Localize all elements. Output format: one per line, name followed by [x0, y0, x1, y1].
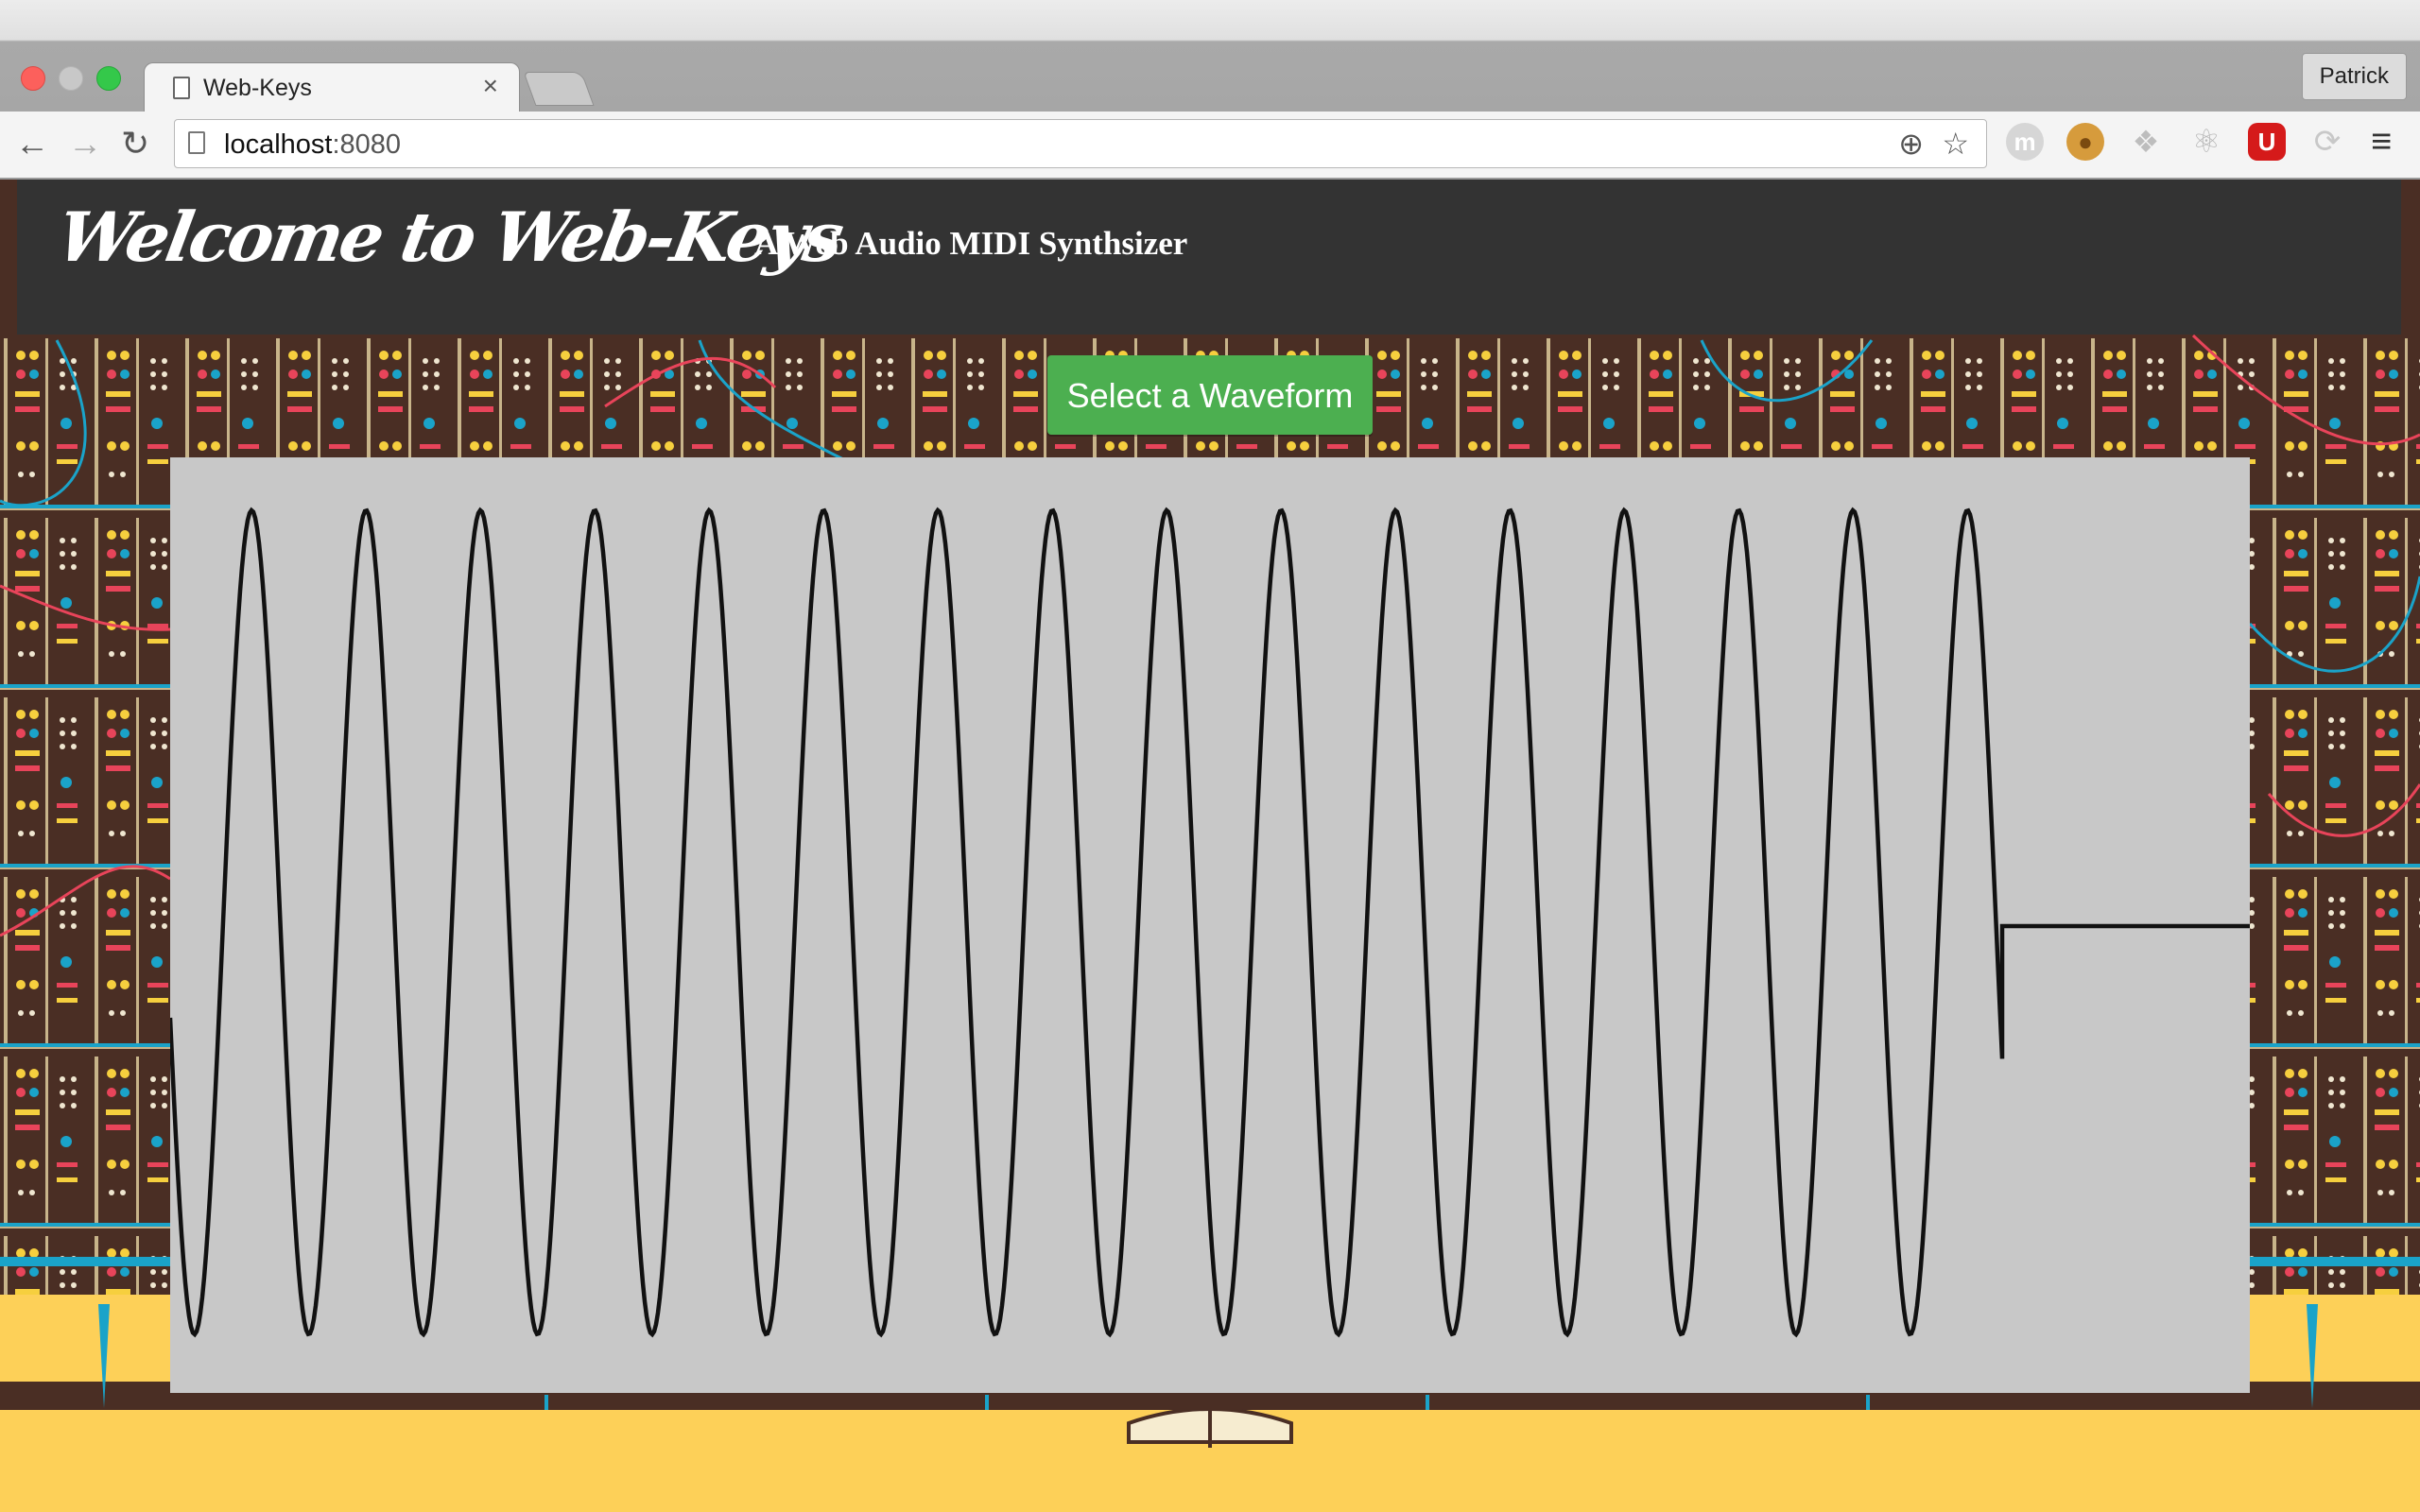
swirl-extension-icon[interactable]: ⟳ — [2308, 123, 2346, 161]
cookie-extension-icon[interactable]: ● — [2066, 123, 2104, 161]
new-tab-button[interactable] — [523, 72, 595, 106]
page-icon — [188, 131, 205, 154]
react-devtools-icon[interactable]: ⚛ — [2187, 123, 2225, 161]
site-header: Welcome to Web-Keys A Web Audio MIDI Syn… — [17, 180, 2401, 335]
sine-wave-path — [170, 507, 2250, 1338]
tab-title: Web-Keys — [203, 75, 312, 101]
page-content: Welcome to Web-Keys A Web Audio MIDI Syn… — [0, 180, 2420, 1512]
url-host: localhost — [224, 129, 333, 160]
bookmark-star-icon[interactable]: ☆ — [1942, 128, 1969, 160]
zoom-icon[interactable]: ⊕ — [1898, 128, 1924, 160]
select-waveform-button[interactable]: Select a Waveform — [1047, 355, 1373, 435]
minimize-window-button[interactable] — [59, 66, 83, 91]
forward-arrow-icon[interactable]: → — [68, 125, 102, 163]
waveform-trace — [170, 507, 2250, 1338]
reload-icon[interactable]: ↻ — [121, 125, 149, 163]
url-text[interactable]: localhost:8080 — [224, 129, 401, 161]
dropbox-icon[interactable]: ❖ — [2127, 123, 2165, 161]
m-extension-icon[interactable]: m — [2006, 123, 2044, 161]
back-arrow-icon[interactable]: ← — [15, 125, 49, 163]
browser-toolbar: ← → ↻ localhost:8080 ⊕ ☆ m ● ❖ ⚛ U ⟳ ≡ — [0, 112, 2420, 180]
zoom-window-button[interactable] — [96, 66, 121, 91]
site-subtitle: A Web Audio MIDI Synthsizer — [754, 225, 1188, 262]
url-port: :8080 — [332, 129, 402, 160]
oscilloscope-canvas[interactable] — [170, 457, 2250, 1393]
browser-tab[interactable]: Web-Keys × — [144, 62, 520, 112]
hamburger-menu-icon[interactable]: ≡ — [2371, 121, 2392, 163]
profile-button[interactable]: Patrick — [2301, 53, 2407, 100]
browser-titlebar: Web-Keys × Patrick — [0, 0, 2420, 112]
address-bar[interactable]: localhost:8080 ⊕ ☆ — [174, 119, 1987, 168]
ublock-icon[interactable]: U — [2248, 123, 2286, 161]
tab-close-icon[interactable]: × — [483, 73, 498, 99]
close-window-button[interactable] — [21, 66, 45, 91]
page-icon — [173, 77, 190, 99]
brand-title: Welcome to Web-Keys — [51, 197, 848, 277]
